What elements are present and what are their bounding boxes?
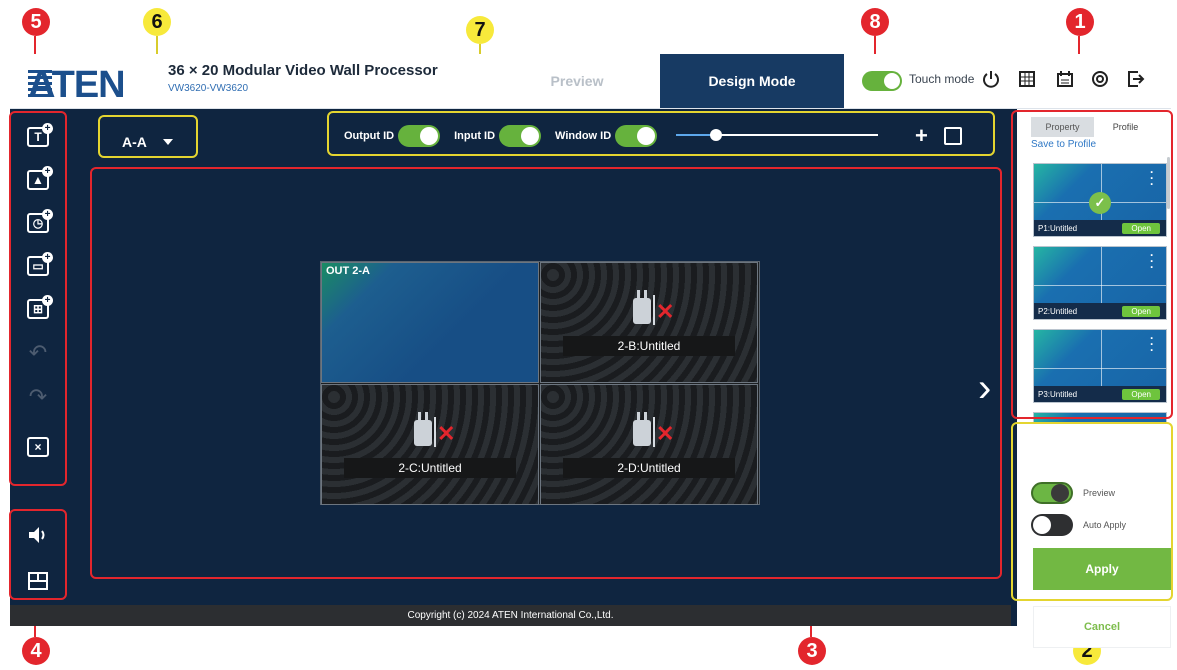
callout-5: 5	[22, 8, 50, 36]
power-icon[interactable]	[980, 68, 1002, 90]
copyright-text: Copyright (c) 2024 ATEN International Co…	[407, 610, 614, 621]
app-title: 36 × 20 Modular Video Wall Processor	[168, 62, 438, 79]
highlight-apply-panel	[1011, 422, 1173, 601]
callout-6: 6	[143, 8, 171, 36]
aten-logo: ATEN	[28, 64, 126, 106]
annotated-screenshot: 5 6 7 8 1 4 3 2 ATEN 36 × 20 Modular Vid…	[0, 0, 1177, 670]
callout-1: 1	[1066, 8, 1094, 36]
calendar-icon[interactable]	[1054, 68, 1076, 90]
highlight-id-bar	[327, 111, 995, 156]
highlight-audio-tools	[9, 509, 67, 600]
settings-icon[interactable]	[1089, 68, 1111, 90]
footer: Copyright (c) 2024 ATEN International Co…	[10, 605, 1011, 626]
title-block: 36 × 20 Modular Video Wall Processor VW3…	[168, 62, 438, 94]
highlight-profile-panel	[1011, 110, 1173, 419]
touch-mode-toggle[interactable]	[862, 71, 902, 91]
tab-preview[interactable]: Preview	[492, 54, 662, 108]
touch-mode-label: Touch mode	[909, 72, 975, 86]
callout-4: 4	[22, 637, 50, 665]
app-model: VW3620-VW3620	[168, 83, 249, 94]
callout-8: 8	[861, 8, 889, 36]
callout-3: 3	[798, 637, 826, 665]
tab-design-mode[interactable]: Design Mode	[660, 54, 844, 108]
highlight-selector	[98, 115, 198, 158]
grid-icon[interactable]	[1016, 68, 1038, 90]
logout-icon[interactable]	[1125, 68, 1147, 90]
cancel-button[interactable]: Cancel	[1033, 606, 1171, 648]
top-bar: ATEN 36 × 20 Modular Video Wall Processo…	[10, 54, 1171, 109]
highlight-canvas	[90, 167, 1002, 579]
callout-7: 7	[466, 16, 494, 44]
highlight-toolbar	[9, 111, 67, 486]
